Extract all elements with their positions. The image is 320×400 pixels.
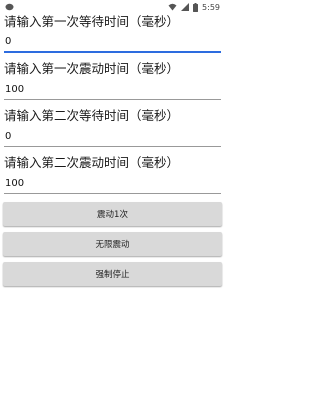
second-wait-input[interactable] <box>4 124 221 147</box>
status-time: 5:59 <box>202 2 220 12</box>
signal-icon <box>181 3 190 11</box>
wifi-icon <box>168 3 177 11</box>
status-left <box>5 3 14 11</box>
battery-icon <box>193 2 199 12</box>
button-group: 震动1次 无限震动 强制停止 <box>3 202 222 286</box>
status-right: 5:59 <box>168 2 220 12</box>
second-vibrate-group: 请输入第二次震动时间（毫秒） <box>4 155 221 194</box>
second-wait-label: 请输入第二次等待时间（毫秒） <box>4 108 180 123</box>
first-wait-input[interactable] <box>4 30 221 53</box>
first-wait-label: 请输入第一次等待时间（毫秒） <box>4 14 180 29</box>
first-vibrate-group: 请输入第一次震动时间（毫秒） <box>4 61 221 100</box>
status-bar: 5:59 <box>0 0 225 14</box>
first-wait-group: 请输入第一次等待时间（毫秒） <box>4 14 221 53</box>
main-content: 请输入第一次等待时间（毫秒） 请输入第一次震动时间（毫秒） 请输入第二次等待时间… <box>0 14 225 286</box>
vibrate-once-button[interactable]: 震动1次 <box>3 202 222 226</box>
first-vibrate-label: 请输入第一次震动时间（毫秒） <box>4 61 180 76</box>
force-stop-button[interactable]: 强制停止 <box>3 262 222 286</box>
vibrate-infinite-button[interactable]: 无限震动 <box>3 232 222 256</box>
second-vibrate-input[interactable] <box>4 171 221 194</box>
second-wait-group: 请输入第二次等待时间（毫秒） <box>4 108 221 147</box>
second-vibrate-label: 请输入第二次震动时间（毫秒） <box>4 155 180 170</box>
notification-dot-icon <box>5 3 14 11</box>
first-vibrate-input[interactable] <box>4 77 221 100</box>
